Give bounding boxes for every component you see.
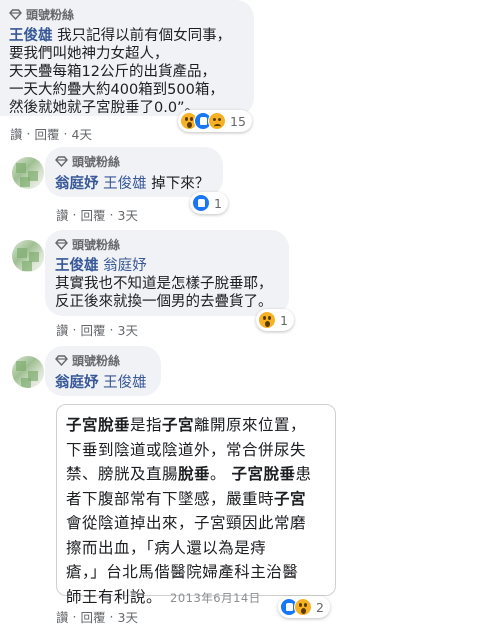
quote-text: 師王有利說。 [66, 587, 163, 606]
quote-bold-text: 子宮脫垂 [66, 416, 131, 434]
diamond-icon [55, 355, 68, 366]
quote-text: 禁、膀胱及直腸 [66, 465, 179, 483]
timestamp[interactable]: 3天 [118, 320, 138, 339]
quote-bold-text: 子宮脫垂 [231, 465, 296, 483]
like-link[interactable]: 讚 [56, 320, 69, 339]
comment-line: 我只記得以前有個女同事， [57, 28, 232, 44]
quote-text: 擦而出血，「病人還以為是痔 [66, 538, 267, 557]
diamond-icon [9, 9, 22, 20]
comment-bubble-2: 頭號粉絲 翁庭妤 王俊雄 掉下來？ [45, 147, 223, 197]
reply-link[interactable]: 回覆 [81, 607, 106, 626]
top-fan-badge: 頭號粉絲 [9, 6, 74, 23]
comment-line: 然後就她就子宮脫垂了0.0”。 [9, 100, 200, 116]
comment-line: 反正後來就換一個男的去疊貨了。 [55, 294, 273, 310]
reaction-summary[interactable]: 15 [178, 110, 252, 132]
comment-author[interactable]: 王俊雄 [9, 28, 53, 44]
quote-text: 是指 [130, 416, 163, 434]
quote-line: 者下腹部常有下墜感，嚴重時子宮 [66, 487, 336, 512]
reaction-count: 1 [280, 312, 288, 328]
quote-line: 瘡，」台北馬偕醫院婦產科主治醫 [66, 560, 336, 585]
top-fan-badge: 頭號粉絲 [55, 236, 120, 253]
reaction-count: 15 [230, 113, 246, 129]
comment-line: 天天疊每箱12公斤的出貨產品， [9, 64, 216, 80]
quote-text: 者下腹部常有下墜感，嚴重時 [66, 489, 275, 508]
avatar[interactable] [12, 356, 44, 388]
avatar[interactable] [12, 157, 44, 189]
reply-link[interactable]: 回覆 [81, 205, 106, 224]
quote-text: 離開原來位置， [194, 416, 307, 434]
quote-line: 擦而出血，「病人還以為是痔 [66, 536, 336, 561]
quote-bold-text: 脫垂 [178, 465, 211, 483]
timestamp[interactable]: 4天 [72, 124, 92, 143]
top-fan-badge: 頭號粉絲 [55, 352, 120, 369]
comment-author[interactable]: 王俊雄 [55, 258, 99, 274]
comment-actions: 讚 · 回覆 · 3天 [56, 320, 138, 339]
wow-icon [258, 311, 276, 329]
comment-actions: 讚 · 回覆 · 4天 [10, 124, 92, 143]
sad-icon [208, 112, 226, 130]
timestamp[interactable]: 3天 [118, 205, 138, 224]
quote-bold-text: 子宮 [274, 489, 307, 508]
reply-link[interactable]: 回覆 [81, 320, 106, 339]
timestamp[interactable]: 3天 [118, 607, 138, 626]
quote-bold-text: 子宮 [162, 416, 195, 434]
comment-bubble-1: 頭號粉絲 王俊雄 我只記得以前有個女同事， 要我們叫她神力女超人， 天天疊每箱1… [0, 0, 254, 116]
reaction-count: 2 [316, 599, 324, 615]
like-link[interactable]: 讚 [56, 607, 69, 626]
quote-line: 會從陰道掉出來，子宮頸因此常磨 [66, 511, 336, 536]
quoted-image-card[interactable]: 子宮脫垂是指子宮離開原來位置， 下垂到陰道或陰道外，常合併尿失 禁、膀胱及直腸脫垂。… [56, 404, 336, 606]
reaction-summary[interactable]: 2 [278, 596, 330, 618]
reaction-summary[interactable]: 1 [256, 309, 294, 331]
quote-line: 下垂到陰道或陰道外，常合併尿失 [66, 438, 336, 463]
quote-line: 子宮脫垂是指子宮離開原來位置， [66, 413, 336, 438]
mention-tag[interactable]: 王俊雄 [103, 176, 147, 192]
like-link[interactable]: 讚 [10, 124, 23, 143]
mention-tag[interactable]: 翁庭妤 [103, 258, 147, 274]
quote-text: 瘡，」台北馬偕醫院婦產科主治醫 [66, 563, 299, 581]
avatar[interactable] [12, 240, 44, 272]
quote-line: 禁、膀胱及直腸脫垂。 子宮脫垂患 [66, 462, 336, 487]
quote-text: 患 [295, 465, 312, 483]
comment-bubble-4: 頭號粉絲 翁庭妤 王俊雄 [45, 346, 161, 396]
comment-line: 一天大約疊大約400箱到500箱， [9, 82, 224, 98]
quoted-text: 子宮脫垂是指子宮離開原來位置， 下垂到陰道或陰道外，常合併尿失 禁、膀胱及直腸脫垂。… [66, 413, 336, 610]
comment-bubble-3: 頭號粉絲 王俊雄 翁庭妤 其實我也不知道是怎樣子脫垂耶， 反正後來就換一個男的去… [45, 230, 289, 316]
comment-author[interactable]: 翁庭妤 [55, 375, 99, 391]
quote-date: 2013年6月14日 [170, 590, 261, 605]
diamond-icon [55, 156, 68, 167]
reaction-summary[interactable]: 1 [190, 192, 228, 214]
quote-text: 會從陰道掉出來，子宮頸因此常磨 [66, 514, 307, 532]
comment-author[interactable]: 翁庭妤 [55, 176, 99, 192]
like-link[interactable]: 讚 [56, 205, 69, 224]
like-icon [192, 194, 210, 212]
reaction-count: 1 [214, 195, 222, 211]
diamond-icon [55, 239, 68, 250]
comment-line: 要我們叫她神力女超人， [9, 46, 169, 62]
comment-actions: 讚 · 回覆 · 3天 [56, 607, 138, 626]
wow-icon [294, 598, 312, 616]
comment-text: 掉下來？ [151, 176, 210, 192]
quote-text: 。 [210, 465, 232, 483]
comment-line: 其實我也不知道是怎樣子脫垂耶， [55, 276, 273, 292]
reply-link[interactable]: 回覆 [35, 124, 60, 143]
comment-actions: 讚 · 回覆 · 3天 [56, 205, 138, 224]
quote-text: 下垂到陰道或陰道外，常合併尿失 [66, 440, 307, 459]
top-fan-badge: 頭號粉絲 [55, 153, 120, 170]
mention-tag[interactable]: 王俊雄 [103, 375, 147, 391]
